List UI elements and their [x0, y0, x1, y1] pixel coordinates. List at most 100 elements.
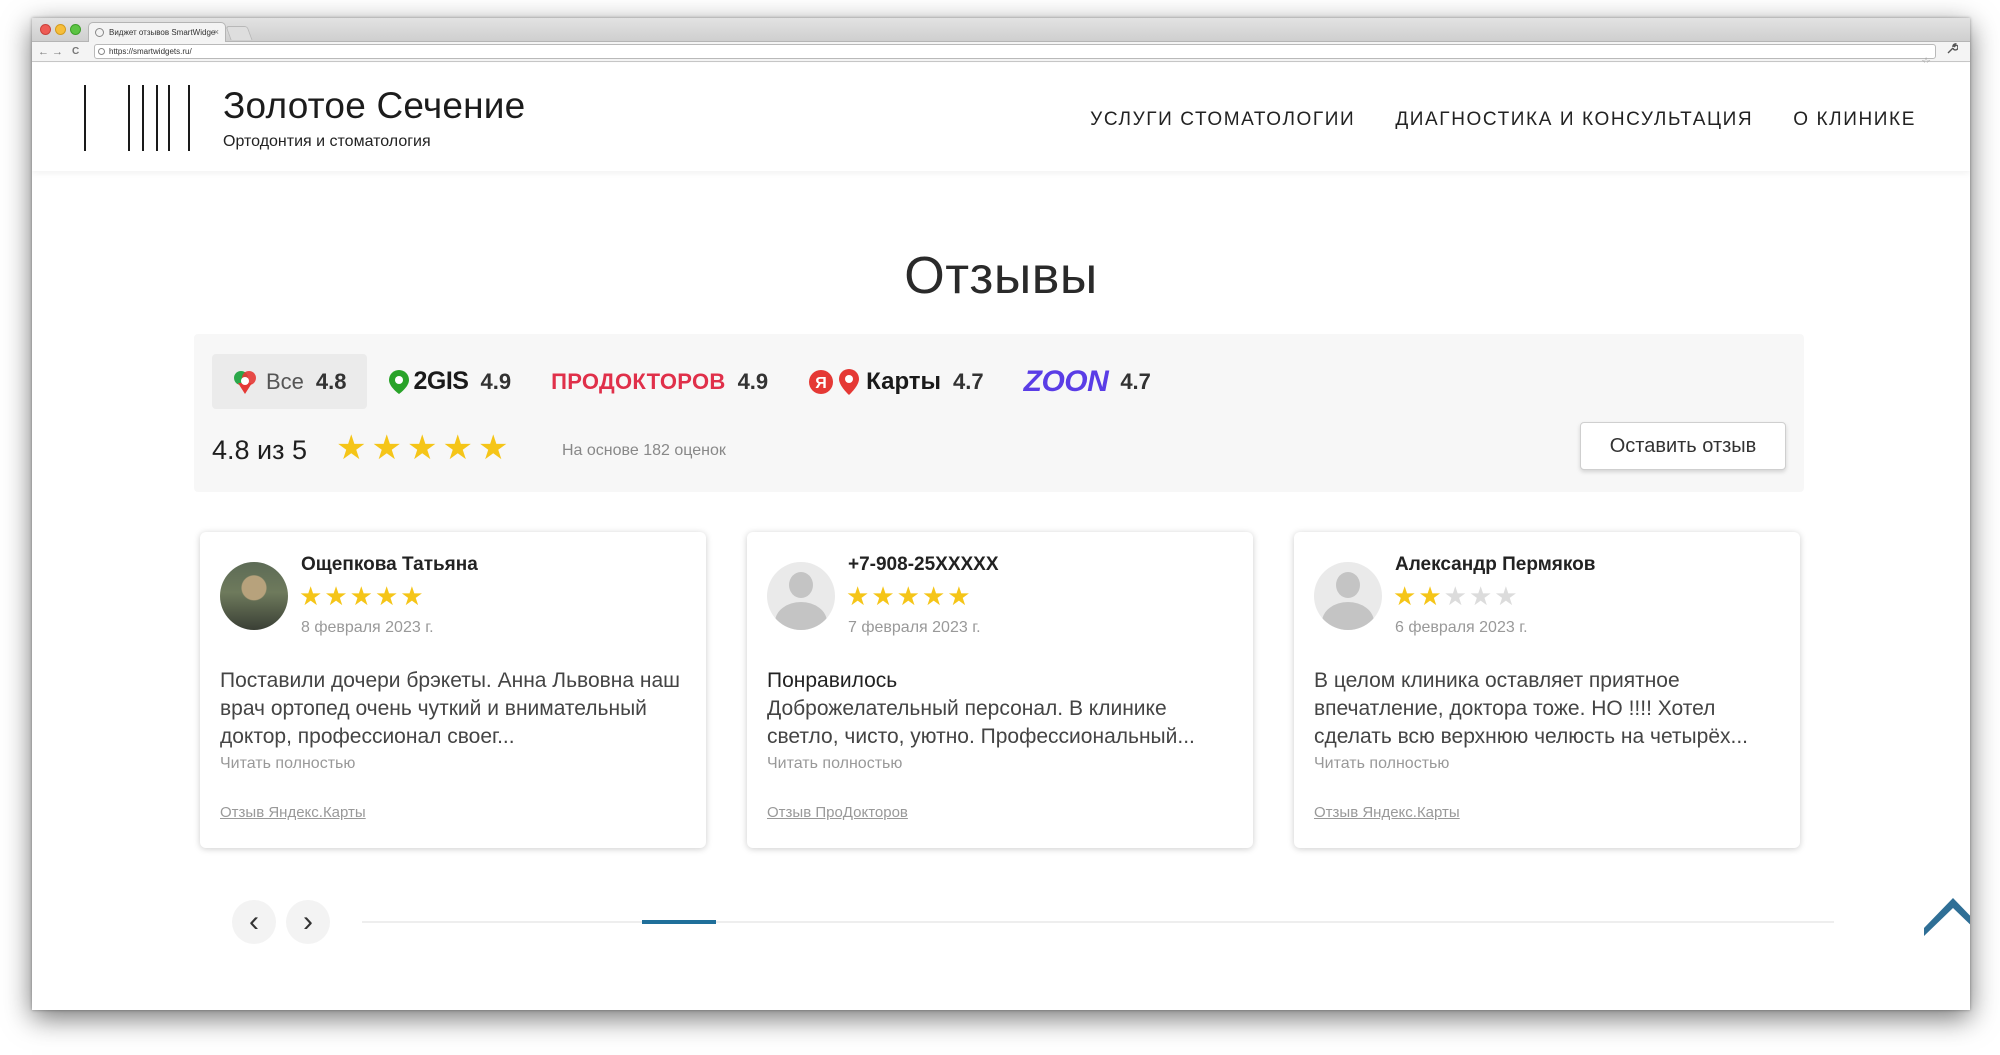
review-card[interactable]: Ощепкова Татьяна ★ ★ ★ ★ ★ 8 февраля 2023 г.… — [200, 532, 706, 848]
rating-summary-panel: Все 4.8 2GIS 4.9 ПРОДОКТОРОВ 4.9 Я Карты… — [194, 334, 1804, 492]
star-filled-icon: ★ — [947, 581, 971, 611]
review-source-link[interactable]: Отзыв ПроДокторов — [767, 804, 908, 821]
chevron-right-icon[interactable]: › — [286, 900, 330, 944]
avatar — [767, 562, 835, 630]
read-more-link[interactable]: Читать полностью — [767, 755, 902, 773]
review-date: 8 февраля 2023 г. — [301, 619, 434, 636]
star-filled-icon: ★ — [896, 581, 920, 611]
star-filled-icon: ★ — [371, 429, 402, 467]
star-filled-icon: ★ — [324, 581, 348, 611]
star-filled-icon: ★ — [442, 429, 473, 467]
all-sources-icon — [234, 370, 256, 394]
review-stars: ★ ★ ★ ★ ★ — [846, 582, 971, 610]
read-more-link[interactable]: Читать полностью — [1314, 755, 1449, 773]
review-body: В целом клиника оставляет приятное впеча… — [1314, 669, 1749, 748]
review-stars: ★ ★ ★ ★ ★ — [299, 582, 424, 610]
minimize-window-button[interactable] — [55, 24, 66, 35]
average-rating-stars: ★ ★ ★ ★ ★ — [336, 430, 508, 466]
tab-2gis[interactable]: 2GIS 4.9 — [367, 354, 532, 409]
browser-toolbar: ← → C https://smartwidgets.ru/ ☆ — [32, 42, 1970, 68]
star-filled-icon: ★ — [477, 429, 509, 467]
avatar — [1314, 562, 1382, 630]
browser-tab[interactable]: Виджет отзывов SmartWidge × — [88, 22, 226, 42]
star-empty-icon: ★ — [1468, 581, 1493, 611]
browser-tab-strip: Виджет отзывов SmartWidge × — [32, 18, 1970, 42]
2gis-pin-icon — [388, 369, 409, 394]
reviews-title: Отзывы — [904, 247, 1098, 305]
browser-tab-title: Виджет отзывов SmartWidge — [109, 28, 216, 37]
tab-all-label: Все — [266, 368, 304, 394]
tab-prodoctorov[interactable]: ПРОДОКТОРОВ 4.9 — [531, 354, 788, 409]
wrench-icon[interactable] — [1946, 42, 1959, 58]
main-nav: УСЛУГИ СТОМАТОЛОГИИ ДИАГНОСТИКА И КОНСУЛ… — [1090, 109, 1916, 131]
average-rating-text: 4.8 из 5 — [212, 435, 308, 465]
star-filled-icon: ★ — [336, 429, 367, 467]
address-bar-url: https://smartwidgets.ru/ — [109, 47, 192, 56]
star-filled-icon: ★ — [400, 581, 424, 611]
tab-all-rating: 4.8 — [315, 368, 347, 394]
star-filled-icon: ★ — [406, 429, 438, 467]
review-author: Ощепкова Татьяна — [301, 554, 478, 575]
favicon-icon — [95, 28, 104, 37]
carousel-progress-thumb[interactable] — [642, 920, 716, 924]
leave-review-button[interactable]: Оставить отзыв — [1580, 422, 1786, 470]
review-text: Понравилось Доброжелательный персонал. В… — [767, 667, 1237, 751]
yandex-maps-label: Карты — [866, 367, 942, 395]
logo-mark-icon[interactable] — [84, 85, 204, 151]
prodoctorov-logo: ПРОДОКТОРОВ — [551, 368, 726, 394]
review-author: Александр Пермяков — [1395, 554, 1596, 575]
back-icon[interactable]: ← — [38, 44, 49, 60]
star-empty-icon: ★ — [1494, 581, 1518, 611]
chevron-left-icon[interactable]: ‹ — [232, 900, 276, 944]
nav-link-diagnostics[interactable]: ДИАГНОСТИКА И КОНСУЛЬТАЦИЯ — [1395, 109, 1753, 131]
star-filled-icon: ★ — [921, 581, 946, 611]
star-filled-icon: ★ — [846, 581, 870, 611]
svg-text:Я: Я — [815, 375, 827, 392]
zoom-window-button[interactable] — [70, 24, 81, 35]
ratings-count: На основе 182 оценок — [562, 442, 726, 459]
reload-icon[interactable]: C — [72, 44, 79, 60]
review-source-link[interactable]: Отзыв Яндекс.Карты — [220, 804, 366, 821]
avatar — [220, 562, 288, 630]
close-tab-icon[interactable]: × — [214, 23, 219, 42]
map-pin-icon — [839, 368, 860, 395]
zoon-logo: ZOON — [1023, 364, 1109, 398]
tab-2gis-rating: 4.9 — [480, 368, 512, 394]
browser-window: Виджет отзывов SmartWidge × ← → C https:… — [32, 18, 1970, 1010]
tab-yandex-rating: 4.7 — [953, 368, 984, 394]
page-info-icon — [98, 48, 105, 55]
logo-subtitle: Ортодонтия и стоматология — [223, 133, 431, 150]
logo-title[interactable]: Золотое Сечение — [223, 85, 525, 127]
carousel-progress-track[interactable] — [362, 920, 1834, 924]
review-card[interactable]: +7-908-25XXXXX ★ ★ ★ ★ ★ 7 февраля 2023 г. П… — [747, 532, 1253, 848]
review-text: В целом клиника оставляет приятное впеча… — [1314, 667, 1784, 751]
star-filled-icon: ★ — [871, 581, 895, 611]
star-empty-icon: ★ — [1443, 581, 1467, 611]
review-date: 7 февраля 2023 г. — [848, 619, 981, 636]
tab-zoon[interactable]: ZOON 4.7 — [1004, 354, 1171, 409]
star-filled-icon: ★ — [1393, 581, 1417, 611]
new-tab-button[interactable] — [225, 26, 253, 40]
nav-link-services[interactable]: УСЛУГИ СТОМАТОЛОГИИ — [1090, 109, 1355, 131]
tab-prodoctorov-rating: 4.9 — [737, 368, 769, 394]
source-tabs: Все 4.8 2GIS 4.9 ПРОДОКТОРОВ 4.9 Я Карты… — [212, 354, 1171, 409]
tab-all-sources[interactable]: Все 4.8 — [212, 354, 367, 409]
scroll-to-top-icon[interactable] — [1922, 890, 1970, 938]
review-date: 6 февраля 2023 г. — [1395, 619, 1528, 636]
address-bar[interactable]: https://smartwidgets.ru/ ☆ — [94, 44, 1936, 68]
forward-icon[interactable]: → — [52, 44, 63, 60]
star-filled-icon: ★ — [299, 581, 323, 611]
review-cards: Ощепкова Татьяна ★ ★ ★ ★ ★ 8 февраля 2023 г.… — [200, 532, 1800, 850]
review-card[interactable]: Александр Пермяков ★ ★ ★ ★ ★ 6 февраля 2023 … — [1294, 532, 1800, 848]
read-more-link[interactable]: Читать полностью — [220, 755, 355, 773]
nav-link-about[interactable]: О КЛИНИКЕ — [1793, 109, 1916, 131]
tab-yandex-maps[interactable]: Я Карты 4.7 — [788, 354, 1003, 409]
close-window-button[interactable] — [40, 24, 51, 35]
review-source-link[interactable]: Отзыв Яндекс.Карты — [1314, 804, 1460, 821]
tab-zoon-rating: 4.7 — [1120, 368, 1151, 394]
2gis-logo: 2GIS — [413, 367, 469, 395]
site-header: Золотое Сечение Ортодонтия и стоматологи… — [32, 63, 1970, 171]
review-stars: ★ ★ ★ ★ ★ — [1393, 582, 1518, 610]
carousel-pager: ‹ › — [232, 900, 1834, 946]
star-filled-icon: ★ — [374, 581, 399, 611]
